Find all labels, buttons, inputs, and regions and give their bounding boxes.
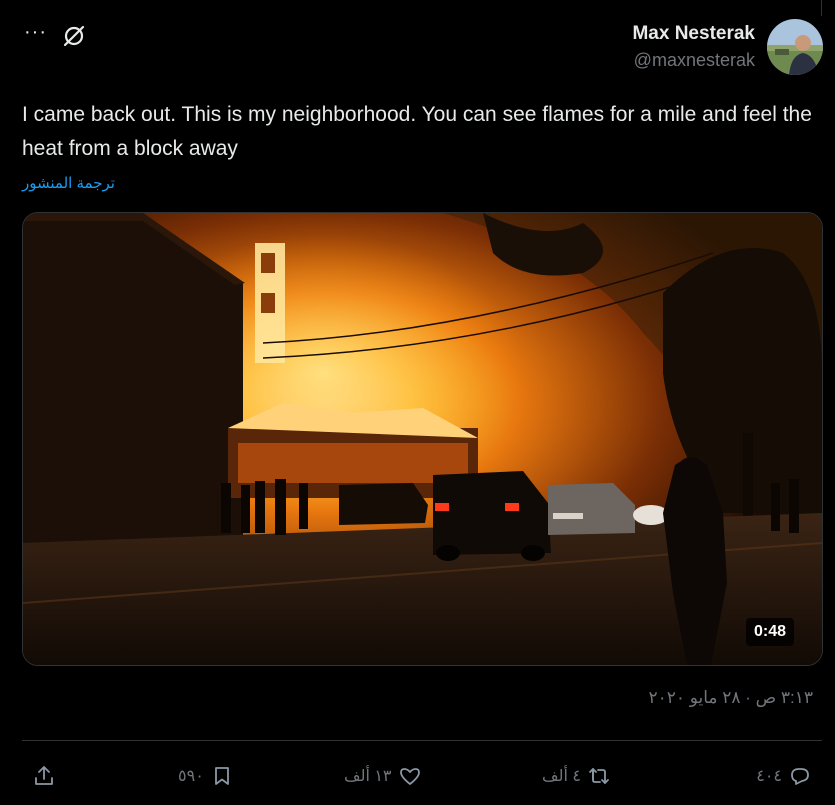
- bookmark-button[interactable]: ٥٩٠: [178, 756, 234, 796]
- divider: [22, 740, 822, 741]
- author-info[interactable]: Max Nesterak @maxnesterak: [632, 22, 755, 72]
- grok-button[interactable]: [60, 22, 88, 50]
- more-options-button[interactable]: ···: [24, 21, 50, 46]
- retweet-button[interactable]: ٤ ألف: [542, 756, 611, 796]
- more-horizontal-icon: ···: [24, 21, 47, 43]
- author-display-name[interactable]: Max Nesterak: [632, 22, 755, 46]
- reply-icon: [791, 768, 809, 785]
- tweet-timestamp[interactable]: ٣:١٣ ص · ٢٨ مايو ٢٠٢٠: [648, 688, 813, 708]
- like-count: ١٣ ألف: [344, 768, 392, 785]
- bookmark-icon: [214, 767, 229, 785]
- heart-icon: [399, 768, 420, 785]
- thread-line: [821, 0, 822, 16]
- video-player[interactable]: [22, 212, 823, 666]
- video-thumbnail: [23, 213, 822, 665]
- avatar-image: [767, 19, 823, 75]
- reply-count: ٤٠٤: [756, 768, 782, 785]
- avatar[interactable]: [767, 19, 823, 75]
- reply-button[interactable]: ٤٠٤: [756, 756, 812, 796]
- retweet-icon: [589, 768, 609, 784]
- share-button[interactable]: [32, 756, 56, 796]
- bookmark-count: ٥٩٠: [178, 768, 204, 785]
- like-button[interactable]: ١٣ ألف: [344, 756, 422, 796]
- tweet-actions: ٤٠٤ ٤ ألف ١٣ ألف ٥٩٠: [22, 756, 822, 796]
- retweet-count: ٤ ألف: [542, 768, 581, 785]
- author-handle[interactable]: @maxnesterak: [632, 48, 755, 72]
- tweet-text: I came back out. This is my neighborhood…: [22, 103, 812, 160]
- video-duration-badge: 0:48: [746, 618, 795, 646]
- translate-post-link[interactable]: ترجمة المنشور: [22, 174, 115, 192]
- grok-icon: [63, 25, 85, 47]
- share-icon: [35, 766, 53, 785]
